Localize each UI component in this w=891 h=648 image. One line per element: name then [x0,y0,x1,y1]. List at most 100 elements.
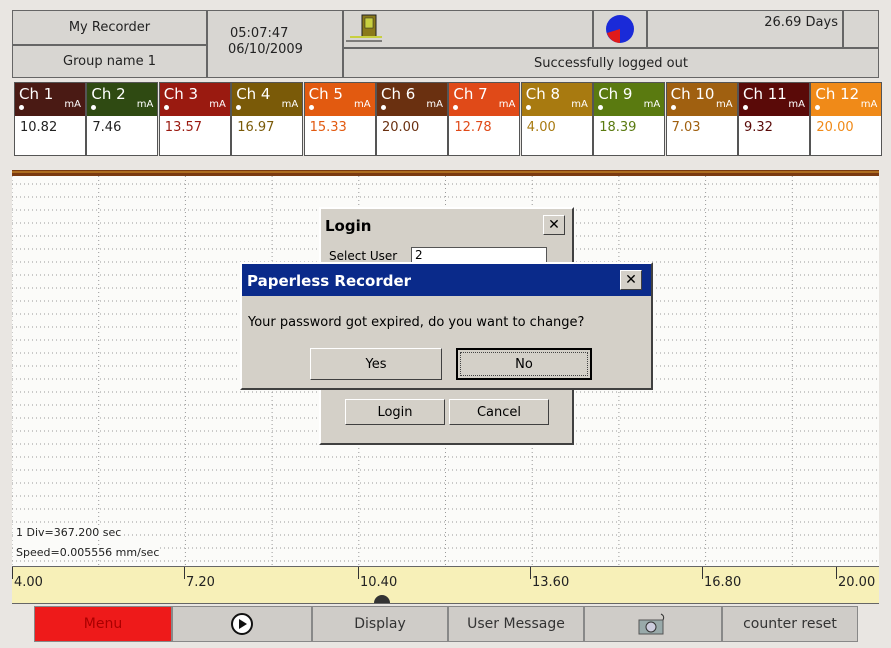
channel-value: 7.46 [92,120,122,135]
channel-dot-icon [381,105,386,110]
channel-tile[interactable]: Ch 11 mA 9.32 [738,82,810,156]
scale-tick [358,567,359,579]
scale-tick [12,567,13,579]
channel-dot-icon [598,105,604,110]
date-display: 06/10/2009 [228,42,303,57]
channel-name: Ch 6 [381,85,416,103]
header-blank-cell [843,10,879,48]
recorder-name: My Recorder [12,10,207,45]
yes-button[interactable]: Yes [310,348,442,380]
channel-dot-icon [815,105,821,110]
display-button[interactable]: Display [312,606,448,642]
channel-tile[interactable]: Ch 7 mA 12.78 [448,82,521,156]
channel-dot-icon [525,105,531,110]
channel-name: Ch 9 [598,85,633,103]
close-icon[interactable]: ✕ [543,215,565,235]
login-button[interactable]: Login [345,399,445,425]
scale-label: 7.20 [186,575,215,590]
channel-tile[interactable]: Ch 5 mA 15.33 [303,82,376,156]
scale-tick [836,567,837,579]
channel-unit: mA [571,99,588,110]
channel-name: Ch 2 [91,85,126,103]
channel-name: Ch 7 [453,85,488,103]
scale-tick [530,567,531,579]
scale-tick [702,567,703,579]
channel-header: Ch 2 mA [87,83,158,116]
channel-unit: mA [643,99,661,110]
dialog-message: Your password got expired, do you want t… [248,315,585,330]
channel-name: Ch 5 [308,85,343,103]
cancel-button[interactable]: Cancel [449,399,549,425]
speed-info: Speed=0.005556 mm/sec [16,546,160,559]
menu-button[interactable]: Menu [34,606,172,642]
channel-dot-icon [743,105,748,110]
channel-name: Ch 11 [743,85,787,103]
group-name[interactable]: Group name 1 [12,45,207,78]
channel-unit: mA [354,99,371,110]
time-display: 05:07:47 [230,26,289,41]
channel-header: Ch 3 mA [159,83,230,116]
channel-name: Ch 8 [525,85,561,103]
channel-value: 15.33 [309,120,347,135]
channel-value: 20.00 [816,120,854,135]
div-info: 1 Div=367.200 sec [16,526,122,539]
media-card-icon [346,14,382,42]
channel-tile[interactable]: Ch 10 mA 7.03 [665,82,738,156]
select-user-label: Select User [329,249,398,263]
channel-tile[interactable]: Ch 1 mA 10.82 [14,82,86,156]
play-icon [231,613,253,635]
channel-tile[interactable]: Ch 6 mA 20.00 [376,82,448,156]
channel-tile[interactable]: Ch 3 mA 13.57 [158,82,231,156]
channel-value: 9.32 [744,120,773,135]
channel-value: 13.57 [164,120,203,135]
dialog-title: Paperless Recorder [247,272,412,290]
channel-name: Ch 12 [815,85,860,103]
login-dialog-title: Login [325,217,372,235]
camera-icon [638,613,665,635]
channel-dot-icon [308,105,314,110]
channel-tile[interactable]: Ch 9 mA 18.39 [593,82,666,156]
no-button[interactable]: No [456,348,592,380]
channel-name: Ch 10 [670,85,715,103]
channel-tile[interactable]: Ch 12 mA 20.00 [810,82,883,156]
channel-value: 4.00 [526,120,556,135]
channel-unit: mA [788,99,805,110]
channel-header: Ch 11 mA [739,83,809,116]
channel-tile[interactable]: Ch 2 mA 7.46 [86,82,159,156]
channel-header: Ch 1 mA [15,83,85,116]
scale-bar: 4.00 7.20 10.40 13.60 16.80 20.00 [12,566,879,604]
channel-dot-icon [670,105,676,110]
scale-label: 13.60 [532,575,570,590]
channel-unit: mA [281,99,299,110]
trace-band [12,170,879,176]
channel-dot-icon [236,105,242,110]
channel-unit: mA [209,99,226,110]
channel-name: Ch 3 [163,85,199,103]
play-button[interactable] [172,606,312,642]
channel-tile[interactable]: Ch 4 mA 16.97 [231,82,304,156]
channel-dot-icon [19,105,24,110]
channel-header: Ch 9 mA [594,83,665,116]
counter-reset-button[interactable]: counter reset [722,606,858,642]
channel-value: 10.82 [20,120,58,135]
close-icon[interactable]: ✕ [620,270,642,290]
channel-name: Ch 4 [236,85,271,103]
channel-dot-icon [453,105,459,110]
channel-header: Ch 4 mA [232,83,303,116]
pie-chart-icon [606,15,634,43]
channel-header: Ch 6 mA [377,83,447,116]
channel-dot-icon [163,105,169,110]
channel-unit: mA [498,99,516,110]
memory-usage-panel [593,10,647,48]
camera-button[interactable] [584,606,722,642]
channel-value: 7.03 [671,120,701,135]
channel-name: Ch 1 [19,85,54,103]
channel-header: Ch 5 mA [304,83,375,116]
channel-value: 18.39 [599,120,637,135]
scale-label: 20.00 [838,575,876,590]
channel-tile[interactable]: Ch 8 mA 4.00 [520,82,593,156]
days-remaining: 26.69 Days [647,10,843,48]
user-message-button[interactable]: User Message [448,606,584,642]
datetime-panel: 05:07:47 06/10/2009 [207,10,343,78]
scale-label: 16.80 [704,575,742,590]
